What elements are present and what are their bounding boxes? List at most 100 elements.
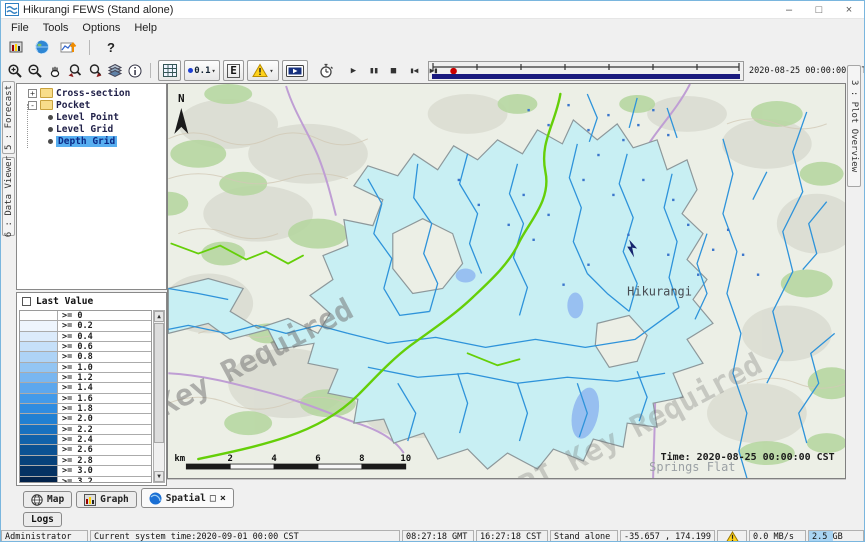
status-warning[interactable] (717, 530, 747, 542)
legend-row[interactable]: >= 3.2 (20, 477, 151, 484)
tab-map-label: Map (47, 494, 64, 505)
legend-panel: Last Value >= 0>= 0.2>= 0.4>= 0.6>= 0.8>… (16, 292, 167, 486)
legend-row[interactable]: >= 2.0 (20, 414, 151, 424)
tree-node-pocket[interactable]: - Pocket (20, 99, 166, 111)
toolbar-separator (150, 63, 151, 78)
animation-settings-icon[interactable] (316, 61, 335, 81)
tab-maximize-icon[interactable]: □ (210, 493, 216, 504)
tab-forecast[interactable]: 5 : Forecast (2, 81, 15, 154)
tab-data-viewer-label: 6 : Data Viewer (4, 156, 14, 237)
skip-start-button[interactable]: ▮◀ (404, 61, 423, 80)
legend-row[interactable]: >= 0.4 (20, 332, 151, 342)
tab-close-icon[interactable]: × (220, 493, 226, 504)
tree-node-cross-section[interactable]: + Cross-section (20, 87, 166, 99)
legend-row[interactable]: >= 0.8 (20, 352, 151, 362)
tree-node-level-grid[interactable]: Level Grid (20, 123, 166, 135)
map-canvas[interactable]: API Key Required API Key Required Hikura… (168, 84, 845, 478)
legend-row[interactable]: >= 1.0 (20, 363, 151, 373)
legend-swatch (20, 425, 58, 434)
thresholds-dropdown[interactable]: ▾ (247, 60, 279, 81)
legend-row[interactable]: >= 0 (20, 311, 151, 321)
tab-spatial-label: Spatial (166, 493, 206, 504)
map-display-icon[interactable] (32, 38, 52, 57)
menu-file[interactable]: File (4, 21, 36, 35)
tree-node-depth-grid[interactable]: Depth Grid (20, 135, 166, 147)
tree-node-level-point[interactable]: Level Point (20, 111, 166, 123)
app-window: Hikurangi FEWS (Stand alone) – □ × File … (0, 0, 865, 542)
last-value-checkbox[interactable] (22, 297, 31, 306)
tab-forecast-label: 5 : Forecast (4, 85, 14, 150)
legend-scrollbar[interactable]: ▲ ▼ (153, 310, 165, 483)
scroll-up-icon[interactable]: ▲ (154, 311, 164, 322)
legend-swatch (20, 456, 58, 465)
status-memory: 2.5 GB (808, 530, 864, 542)
menu-tools[interactable]: Tools (36, 21, 76, 35)
zoom-out-icon[interactable] (25, 61, 44, 81)
legend-row-label: >= 2.4 (58, 435, 93, 444)
movie-player-button[interactable] (282, 60, 308, 81)
layer-tree-panel: + Cross-section - Pocket Level Point Lev… (16, 83, 167, 290)
legend-row-label: >= 2.2 (58, 425, 93, 434)
legend-title: Last Value (36, 296, 93, 307)
zoom-next-icon[interactable] (85, 61, 104, 81)
legend-button[interactable]: E (223, 60, 244, 81)
maximize-button[interactable]: □ (804, 1, 834, 18)
spatial-display-icon[interactable] (58, 38, 78, 57)
map-container: API Key Required API Key Required Hikura… (167, 83, 846, 479)
pan-hand-icon[interactable] (45, 61, 64, 81)
legend-row[interactable]: >= 2.2 (20, 425, 151, 435)
database-viewer-icon[interactable] (6, 38, 26, 57)
legend-row[interactable]: >= 0.2 (20, 321, 151, 331)
legend-row-label: >= 1.6 (58, 394, 93, 403)
legend-swatch (20, 373, 58, 382)
status-gmt-time: 08:27:18 GMT (402, 530, 474, 542)
svg-text:6: 6 (315, 454, 320, 464)
legend-swatch (20, 404, 58, 413)
zoom-previous-icon[interactable] (65, 61, 84, 81)
info-icon[interactable] (125, 61, 144, 81)
legend-row[interactable]: >= 2.4 (20, 435, 151, 445)
scrollbar-thumb[interactable] (154, 323, 164, 443)
close-button[interactable]: × (834, 1, 864, 18)
legend-row[interactable]: >= 2.8 (20, 456, 151, 466)
legend-swatch (20, 311, 58, 320)
legend-row[interactable]: >= 1.6 (20, 394, 151, 404)
layers-icon[interactable] (105, 61, 124, 81)
scroll-down-icon[interactable]: ▼ (154, 471, 164, 482)
svg-text:N: N (178, 92, 185, 105)
logs-button[interactable]: Logs (23, 512, 62, 527)
stop-button[interactable]: ■ (384, 61, 403, 80)
tab-spatial[interactable]: Spatial □ × (141, 488, 234, 508)
logs-row: Logs (1, 510, 864, 529)
zoom-in-icon[interactable] (5, 61, 24, 81)
blue-globe-icon (149, 492, 162, 505)
grid-display-button[interactable] (158, 60, 181, 81)
svg-text:8: 8 (359, 454, 364, 464)
expand-icon[interactable]: + (28, 89, 37, 98)
legend-row[interactable]: >= 2.6 (20, 445, 151, 455)
class-value-dropdown[interactable]: 0.1 ▾ (184, 60, 220, 81)
legend-row-label: >= 1.4 (58, 383, 93, 392)
warning-icon (252, 63, 268, 78)
legend-row[interactable]: >= 0.6 (20, 342, 151, 352)
legend-swatch (20, 383, 58, 392)
help-button[interactable]: ? (101, 38, 121, 57)
title-bar: Hikurangi FEWS (Stand alone) – □ × (1, 1, 864, 19)
tab-data-viewer[interactable]: 6 : Data Viewer (2, 157, 15, 236)
play-button[interactable]: ▶ (344, 61, 363, 80)
pause-button[interactable]: ▮▮ (364, 61, 383, 80)
legend-row[interactable]: >= 1.4 (20, 383, 151, 393)
collapse-icon[interactable]: - (28, 101, 37, 110)
legend-row[interactable]: >= 3.0 (20, 466, 151, 476)
menu-options[interactable]: Options (75, 21, 127, 35)
timeline-slider[interactable] (428, 61, 744, 81)
legend-row[interactable]: >= 1.2 (20, 373, 151, 383)
menu-help[interactable]: Help (127, 21, 164, 35)
bullet-icon (48, 127, 53, 132)
tab-plot-overview[interactable]: 3 : Plot Overview (847, 65, 861, 187)
legend-row[interactable]: >= 1.8 (20, 404, 151, 414)
tab-graph[interactable]: Graph (76, 491, 137, 508)
tab-map[interactable]: Map (23, 491, 72, 508)
minimize-button[interactable]: – (774, 1, 804, 18)
toolbar-separator (89, 40, 90, 55)
